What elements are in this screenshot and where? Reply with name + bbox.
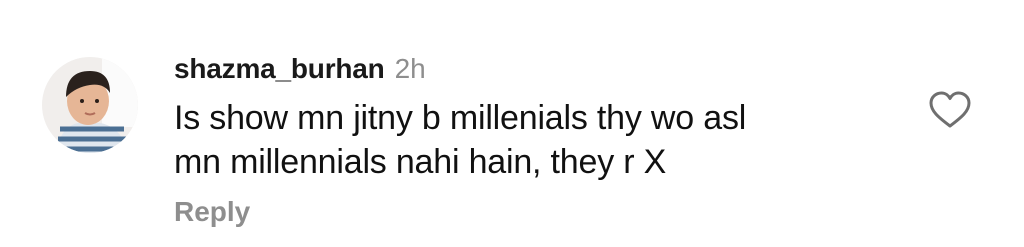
like-button[interactable] bbox=[928, 90, 972, 130]
avatar[interactable] bbox=[42, 57, 138, 153]
comment-text-line: mn millennials nahi hain, they r X bbox=[174, 143, 667, 181]
heart-outline-icon bbox=[929, 91, 971, 128]
avatar-photo bbox=[42, 57, 138, 153]
comment-text-line: Is show mn jitny b millenials thy wo asl bbox=[174, 99, 747, 137]
timestamp: 2h bbox=[394, 53, 426, 84]
reply-button[interactable]: Reply bbox=[174, 192, 914, 232]
comment: shazma_burhan 2h Is show mn jitny b mill… bbox=[0, 0, 1024, 247]
comment-meta: shazma_burhan 2h bbox=[174, 50, 914, 88]
username[interactable]: shazma_burhan bbox=[174, 50, 385, 88]
comment-text: Is show mn jitny b millenials thy wo asl… bbox=[174, 96, 914, 184]
comment-body: shazma_burhan 2h Is show mn jitny b mill… bbox=[174, 50, 914, 232]
